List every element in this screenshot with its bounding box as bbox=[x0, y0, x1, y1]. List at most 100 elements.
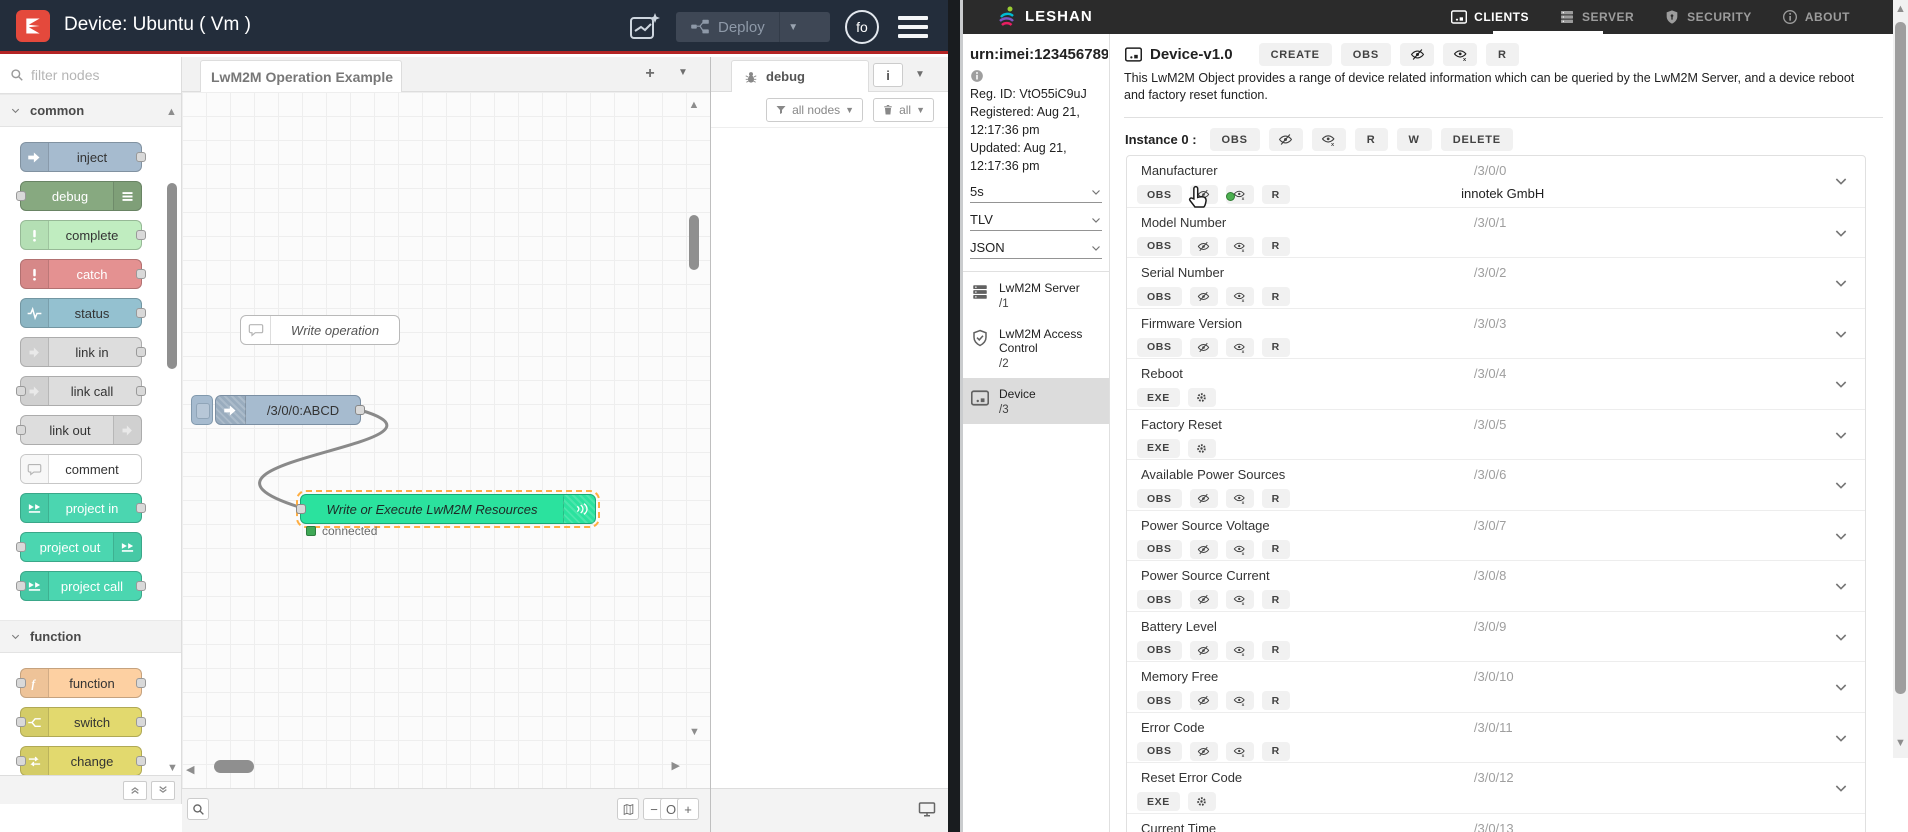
palette-node-link-call[interactable]: link call bbox=[16, 376, 146, 406]
flow-list-chevron-icon[interactable]: ▼ bbox=[678, 67, 688, 78]
object-item-lwm2m-access-control[interactable]: LwM2M Access Control/2 bbox=[963, 318, 1109, 378]
lwm2m-node[interactable]: Write or Execute LwM2M Resources bbox=[296, 490, 600, 528]
scrollbar-thumb[interactable] bbox=[1895, 22, 1906, 694]
nav-item-security[interactable]: SECURITY bbox=[1664, 9, 1752, 25]
palette-category-common[interactable]: common bbox=[0, 94, 181, 127]
debug-clear-button[interactable]: all ▼ bbox=[873, 97, 934, 122]
observe-button[interactable]: OBS bbox=[1137, 287, 1182, 306]
execute-button[interactable]: EXE bbox=[1137, 388, 1180, 407]
output-port[interactable] bbox=[355, 405, 365, 415]
observe-composite-button[interactable]: x bbox=[1225, 489, 1254, 508]
sidebar-options-chevron-icon[interactable]: ▼ bbox=[915, 69, 925, 80]
observe-composite-button[interactable]: x bbox=[1225, 640, 1254, 660]
search-flows-button[interactable] bbox=[187, 798, 209, 820]
palette-node-status[interactable]: status bbox=[20, 298, 146, 328]
observe-composite-button[interactable]: x bbox=[1225, 590, 1254, 609]
scrollbar-thumb[interactable] bbox=[689, 215, 699, 270]
stop-observe-button[interactable] bbox=[1189, 590, 1218, 609]
observe-button[interactable]: OBS bbox=[1137, 236, 1182, 256]
nav-item-about[interactable]: ABOUT bbox=[1782, 9, 1850, 25]
stop-observe-button[interactable] bbox=[1189, 691, 1218, 710]
read-button[interactable]: R bbox=[1261, 489, 1290, 508]
expand-chevron-icon[interactable] bbox=[1833, 780, 1849, 796]
nav-item-clients[interactable]: CLIENTS bbox=[1451, 9, 1529, 25]
instance-delete-button[interactable]: DELETE bbox=[1440, 128, 1513, 151]
observe-button[interactable]: OBS bbox=[1137, 489, 1182, 508]
client-setting-select[interactable]: 5s bbox=[970, 184, 1102, 203]
observe-button[interactable]: OBS bbox=[1137, 741, 1182, 761]
palette-node-link-in[interactable]: link in bbox=[20, 337, 146, 367]
palette-node-debug[interactable]: debug bbox=[16, 181, 142, 211]
user-avatar[interactable]: fo bbox=[845, 10, 879, 44]
read-button[interactable]: R bbox=[1261, 691, 1290, 710]
expand-categories-button[interactable] bbox=[151, 780, 175, 800]
open-in-window-icon[interactable] bbox=[918, 801, 936, 817]
input-port[interactable] bbox=[296, 504, 306, 514]
nav-item-server[interactable]: SERVER bbox=[1559, 9, 1634, 25]
observe-button[interactable]: OBS bbox=[1340, 43, 1392, 66]
observe-composite-button[interactable]: x bbox=[1225, 236, 1254, 256]
palette-node-comment[interactable]: comment bbox=[20, 454, 142, 484]
observe-button[interactable]: OBS bbox=[1137, 691, 1182, 710]
comment-node[interactable]: Write operation bbox=[240, 315, 400, 345]
palette-node-function[interactable]: f function bbox=[16, 668, 146, 698]
expand-chevron-icon[interactable] bbox=[1833, 275, 1849, 291]
navigator-toggle-button[interactable] bbox=[617, 798, 639, 820]
stop-observe-button[interactable] bbox=[1189, 236, 1218, 256]
palette-node-complete[interactable]: complete bbox=[20, 220, 146, 250]
observe-composite-button[interactable]: x bbox=[1225, 539, 1254, 559]
canvas-vertical-scrollbar[interactable]: ▲ ▼ bbox=[688, 100, 700, 738]
inject-trigger-button[interactable] bbox=[191, 395, 213, 425]
scroll-down-icon[interactable]: ▼ bbox=[689, 727, 700, 738]
read-button[interactable]: R bbox=[1261, 287, 1290, 306]
instance-observe-button[interactable]: OBS bbox=[1209, 128, 1260, 151]
execute-with-params-button[interactable] bbox=[1187, 438, 1216, 458]
observe-button[interactable]: OBS bbox=[1137, 640, 1182, 660]
instance-observe-composite-button[interactable]: x bbox=[1311, 128, 1346, 151]
deploy-main[interactable]: Deploy bbox=[676, 12, 779, 42]
object-item-lwm2m-server[interactable]: LwM2M Server/1 bbox=[963, 272, 1109, 318]
stop-observe-button[interactable] bbox=[1189, 337, 1218, 357]
stop-observe-button[interactable] bbox=[1189, 287, 1218, 306]
flow-tab[interactable]: LwM2M Operation Example bbox=[200, 60, 402, 92]
scroll-down-icon[interactable]: ▼ bbox=[167, 763, 178, 774]
observe-composite-button[interactable]: x bbox=[1225, 337, 1254, 357]
expand-chevron-icon[interactable] bbox=[1833, 679, 1849, 695]
stop-observe-button[interactable] bbox=[1189, 539, 1218, 559]
client-setting-select[interactable]: JSON bbox=[970, 240, 1102, 259]
observe-composite-icon-button[interactable]: x bbox=[1443, 43, 1478, 66]
read-button[interactable]: R bbox=[1261, 539, 1290, 559]
palette-category-function[interactable]: function bbox=[0, 620, 181, 653]
scroll-down-icon[interactable]: ▼ bbox=[1895, 738, 1906, 749]
observe-composite-button[interactable]: x bbox=[1225, 691, 1254, 710]
palette-node-project-in[interactable]: project in bbox=[20, 493, 146, 523]
window-split-divider[interactable] bbox=[948, 0, 963, 832]
palette-search-input[interactable]: filter nodes bbox=[0, 57, 181, 94]
palette-node-catch[interactable]: catch bbox=[20, 259, 146, 289]
observe-composite-button[interactable]: x bbox=[1225, 741, 1254, 761]
palette-node-inject[interactable]: inject bbox=[20, 142, 146, 172]
execute-button[interactable]: EXE bbox=[1137, 438, 1180, 458]
palette-scrollbar[interactable]: ▲ ▼ bbox=[166, 107, 178, 774]
expand-chevron-icon[interactable] bbox=[1833, 578, 1849, 594]
tab-debug[interactable]: debug bbox=[731, 60, 869, 92]
deploy-button[interactable]: Deploy ▼ bbox=[676, 12, 830, 42]
expand-chevron-icon[interactable] bbox=[1833, 376, 1849, 392]
expand-chevron-icon[interactable] bbox=[1833, 173, 1849, 189]
instance-stop-observe-button[interactable] bbox=[1268, 128, 1303, 151]
expand-chevron-icon[interactable] bbox=[1833, 427, 1849, 443]
add-flow-button[interactable]: + bbox=[640, 65, 660, 85]
observe-button[interactable]: OBS bbox=[1137, 539, 1182, 559]
read-button[interactable]: R bbox=[1261, 185, 1290, 204]
client-setting-select[interactable]: TLV bbox=[970, 212, 1102, 231]
stop-observe-button[interactable] bbox=[1189, 640, 1218, 660]
editor-assistant-icon[interactable] bbox=[627, 11, 663, 43]
read-button[interactable]: R bbox=[1261, 236, 1290, 256]
palette-node-link-out[interactable]: link out bbox=[16, 415, 142, 445]
palette-node-project-call[interactable]: project call bbox=[16, 571, 146, 601]
palette-node-change[interactable]: change bbox=[16, 746, 146, 776]
observe-button[interactable]: OBS bbox=[1137, 590, 1182, 609]
expand-chevron-icon[interactable] bbox=[1833, 528, 1849, 544]
inject-node[interactable]: /3/0/0:ABCD bbox=[215, 395, 365, 425]
collapse-categories-button[interactable] bbox=[123, 780, 147, 800]
